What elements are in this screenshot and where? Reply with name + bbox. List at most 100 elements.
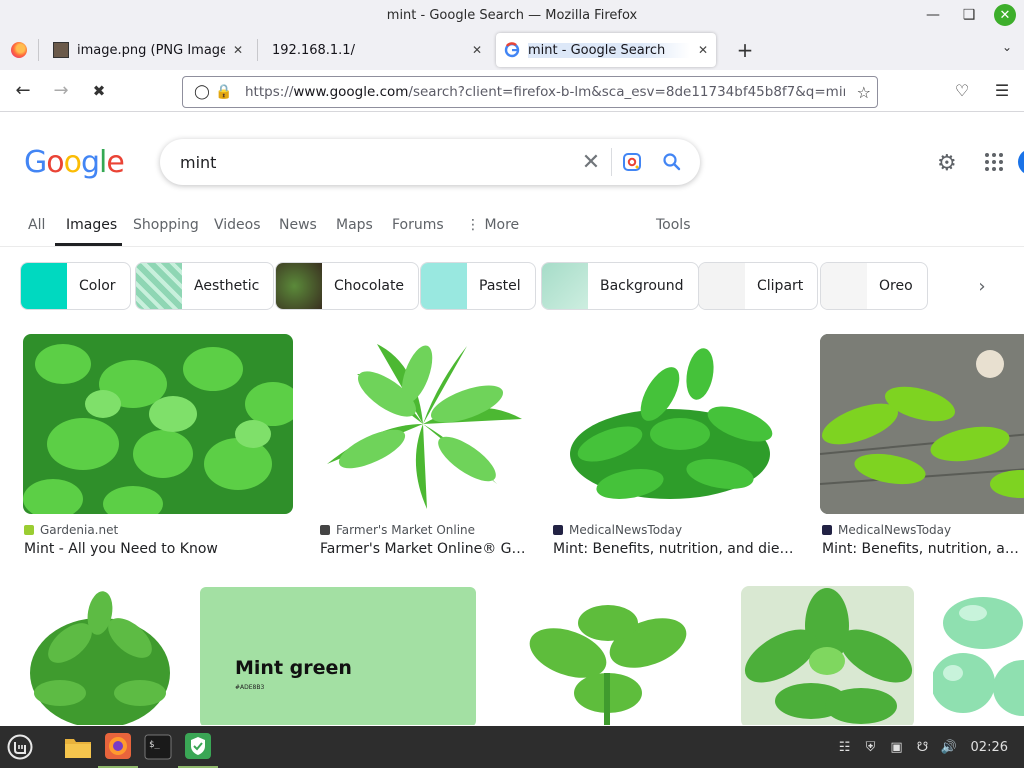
close-tab-icon[interactable]: ✕ xyxy=(698,43,708,57)
site-favicon-icon xyxy=(24,525,34,535)
tab-tools[interactable]: Tools xyxy=(656,217,691,233)
tab-image-png[interactable]: image.png (PNG Image, 208 ✕ xyxy=(45,33,251,67)
image-result[interactable] xyxy=(317,334,529,514)
tab-all[interactable]: All xyxy=(28,217,45,233)
site-favicon-icon xyxy=(822,525,832,535)
bookmark-star-icon[interactable]: ☆ xyxy=(857,83,871,102)
chip-oreo[interactable]: Oreo xyxy=(820,262,928,310)
result-caption[interactable]: Farmer's Market Online® Gui... xyxy=(320,541,530,557)
chip-color[interactable]: Color xyxy=(20,262,131,310)
chip-pastel[interactable]: Pastel xyxy=(420,262,536,310)
clear-search-icon[interactable]: ✕ xyxy=(571,150,611,175)
result-caption[interactable]: Mint: Benefits, nutrition, and dietary..… xyxy=(822,541,1024,557)
new-tab-button[interactable]: + xyxy=(730,35,760,65)
image-result[interactable] xyxy=(498,583,720,725)
window-titlebar: mint - Google Search — Mozilla Firefox —… xyxy=(0,0,1024,30)
terminal-icon[interactable]: $_ xyxy=(138,726,178,768)
tab-news[interactable]: News xyxy=(279,217,317,233)
network-icon[interactable]: ☋ xyxy=(915,739,931,755)
google-lens-icon[interactable] xyxy=(612,152,652,172)
update-manager-icon[interactable]: ▣ xyxy=(889,739,905,755)
taskbar: $_ ☷ ⛨ ▣ ☋ 🔊 02:26 xyxy=(0,726,1024,768)
image-result[interactable] xyxy=(820,334,1024,514)
search-icon[interactable] xyxy=(652,152,692,172)
search-box[interactable]: mint ✕ xyxy=(160,139,700,185)
google-apps-icon[interactable] xyxy=(985,153,1003,171)
result-source[interactable]: MedicalNewsToday xyxy=(822,523,951,537)
chip-swatch xyxy=(276,263,322,309)
image-result[interactable] xyxy=(933,583,1024,725)
image-result[interactable] xyxy=(23,334,293,514)
close-tab-icon[interactable]: ✕ xyxy=(233,43,243,57)
maximize-icon[interactable]: ❑ xyxy=(958,4,980,26)
forward-button[interactable]: → xyxy=(46,76,76,106)
tab-videos[interactable]: Videos xyxy=(214,217,261,233)
chip-swatch xyxy=(21,263,67,309)
google-logo[interactable]: Google xyxy=(24,145,125,180)
tab-more[interactable]: ⋮ More xyxy=(466,217,519,233)
chips-next-arrow-icon[interactable]: › xyxy=(940,262,1024,310)
pocket-icon[interactable]: ♡ xyxy=(950,78,974,102)
result-caption[interactable]: Mint: Benefits, nutrition, and dietary..… xyxy=(553,541,798,557)
mint-menu-icon[interactable] xyxy=(0,726,40,768)
list-tabs-icon[interactable]: ⌄ xyxy=(1002,40,1012,54)
chip-swatch xyxy=(699,263,745,309)
mint-green-color-card[interactable]: Mint green #ADE8B3 xyxy=(200,587,476,725)
firefox-view-icon[interactable] xyxy=(0,30,38,70)
system-tray: ☷ ⛨ ▣ ☋ 🔊 02:26 xyxy=(837,726,1008,768)
result-source[interactable]: Gardenia.net xyxy=(24,523,118,537)
avatar[interactable] xyxy=(1018,149,1024,175)
vpn-shield-icon[interactable] xyxy=(178,726,218,768)
stop-loading-button[interactable]: ✖ xyxy=(84,76,114,106)
refine-chips: Color Aesthetic Chocolate Pastel Backgro… xyxy=(0,262,1024,310)
chip-chocolate[interactable]: Chocolate xyxy=(275,262,420,310)
image-result[interactable] xyxy=(20,583,178,725)
clock[interactable]: 02:26 xyxy=(971,740,1008,755)
files-folder-icon[interactable] xyxy=(58,726,98,768)
chip-clipart[interactable]: Clipart xyxy=(698,262,819,310)
svg-text:$_: $_ xyxy=(149,740,160,750)
close-tab-icon[interactable]: ✕ xyxy=(472,43,482,57)
tab-images[interactable]: Images xyxy=(66,217,117,233)
site-favicon-icon xyxy=(553,525,563,535)
active-tab-underline xyxy=(55,243,122,246)
lock-icon[interactable]: 🔒 xyxy=(213,84,235,100)
back-button[interactable]: ← xyxy=(8,76,38,106)
chip-background[interactable]: Background xyxy=(541,262,699,310)
result-caption[interactable]: Mint - All you Need to Know xyxy=(24,541,284,557)
result-source[interactable]: Farmer's Market Online xyxy=(320,523,475,537)
shield-tray-icon[interactable]: ⛨ xyxy=(863,739,879,755)
result-source[interactable]: MedicalNewsToday xyxy=(553,523,682,537)
google-g-icon xyxy=(504,42,520,58)
close-window-icon[interactable]: ✕ xyxy=(994,4,1016,26)
hamburger-menu-icon[interactable]: ☰ xyxy=(990,78,1014,102)
chip-swatch xyxy=(421,263,467,309)
tab-forums[interactable]: Forums xyxy=(392,217,444,233)
search-input[interactable]: mint xyxy=(180,153,571,172)
tab-strip: image.png (PNG Image, 208 ✕ 192.168.1.1/… xyxy=(0,30,1024,70)
tab-shopping[interactable]: Shopping xyxy=(133,217,199,233)
url-bar[interactable]: ◯ 🔒 https://www.google.com/search?client… xyxy=(182,76,878,108)
url-text[interactable]: https://www.google.com/search?client=fir… xyxy=(245,84,845,100)
tab-maps[interactable]: Maps xyxy=(336,217,373,233)
firefox-taskbar-icon[interactable] xyxy=(98,726,138,768)
shield-icon[interactable]: ◯ xyxy=(191,84,213,100)
more-dots-icon: ⋮ xyxy=(466,217,485,233)
minimize-icon[interactable]: — xyxy=(922,4,944,26)
mint-green-hex: #ADE8B3 xyxy=(235,684,265,691)
clipboard-icon[interactable]: ☷ xyxy=(837,739,853,755)
settings-gear-icon[interactable]: ⚙ xyxy=(937,151,957,176)
image-result[interactable] xyxy=(550,334,798,514)
volume-icon[interactable]: 🔊 xyxy=(940,739,956,755)
chip-swatch xyxy=(821,263,867,309)
google-search-page: Google mint ✕ ⚙ All Images Shopping Vide… xyxy=(0,113,1024,725)
image-result[interactable] xyxy=(741,586,914,725)
navigation-toolbar: ← → ✖ ◯ 🔒 https://www.google.com/search?… xyxy=(0,70,1024,112)
mint-green-title: Mint green xyxy=(235,657,352,679)
tab-router[interactable]: 192.168.1.1/ ✕ xyxy=(264,33,490,67)
chip-swatch xyxy=(136,263,182,309)
window-title: mint - Google Search — Mozilla Firefox xyxy=(386,7,638,23)
tab-google-search[interactable]: mint - Google Search ✕ xyxy=(496,33,716,67)
site-favicon-icon xyxy=(320,525,330,535)
chip-aesthetic[interactable]: Aesthetic xyxy=(135,262,275,310)
